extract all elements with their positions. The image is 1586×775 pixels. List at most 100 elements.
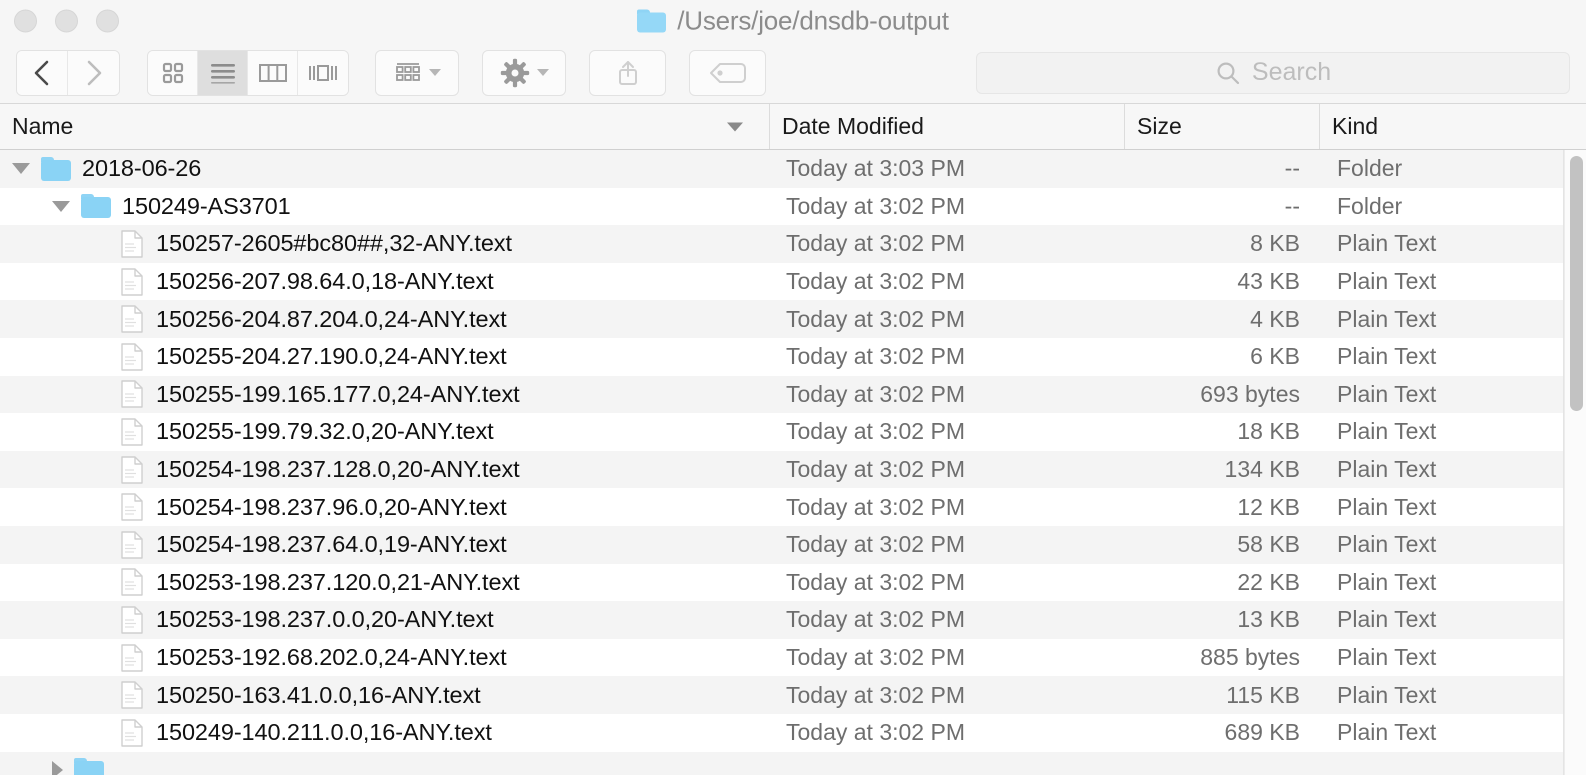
scrollbar-thumb[interactable] <box>1570 156 1583 411</box>
arrange-grid-icon <box>395 62 420 81</box>
row-size: 12 KB <box>1237 493 1300 520</box>
row-size: 8 KB <box>1250 230 1300 257</box>
list-icon <box>210 63 235 84</box>
arrange-button[interactable] <box>375 49 459 96</box>
row-size: 693 bytes <box>1200 380 1300 407</box>
row-name-cell: 150255-199.165.177.0,24-ANY.text <box>0 376 770 414</box>
table-row[interactable]: 150255-204.27.190.0,24-ANY.text Today at … <box>0 337 1586 376</box>
title-area: /Users/joe/dnsdb-output <box>0 6 1586 37</box>
zoom-button[interactable] <box>96 9 119 33</box>
table-row[interactable] <box>0 751 1586 775</box>
close-button[interactable] <box>14 9 37 33</box>
table-row[interactable]: 150254-198.237.128.0,20-ANY.text Today at… <box>0 450 1586 489</box>
row-size: 58 KB <box>1237 531 1300 558</box>
table-row[interactable]: 150249-140.211.0.0,16-ANY.text Today at 3… <box>0 713 1586 752</box>
search-field[interactable]: Search <box>976 51 1570 94</box>
row-name-label: 150249-140.211.0.0,16-ANY.text <box>156 719 492 746</box>
row-kind: Plain Text <box>1337 305 1437 332</box>
column-header-size[interactable]: Size <box>1125 104 1320 149</box>
row-size: 134 KB <box>1224 456 1300 483</box>
vertical-scrollbar[interactable] <box>1564 150 1586 775</box>
table-row[interactable]: 150257-2605#bc80##,32-ANY.text Today at 3… <box>0 225 1586 263</box>
row-kind: Plain Text <box>1337 719 1437 746</box>
chevron-down-icon <box>536 69 549 76</box>
icon-view-button[interactable] <box>148 50 198 95</box>
row-size: 885 bytes <box>1200 644 1300 671</box>
column-header-row: Name Date Modified Size Kind <box>0 104 1586 150</box>
row-name-label: 150255-204.27.190.0,24-ANY.text <box>156 343 507 370</box>
row-size: 43 KB <box>1237 268 1300 295</box>
row-name-label: 2018-06-26 <box>82 155 202 182</box>
table-row[interactable]: 150256-204.87.204.0,24-ANY.text Today at … <box>0 300 1586 338</box>
row-name-cell: 150253-198.237.120.0,21-ANY.text <box>0 564 770 602</box>
table-row[interactable]: 150256-207.98.64.0,18-ANY.text Today at 3… <box>0 262 1586 301</box>
table-row[interactable]: 150249-AS3701 Today at 3:02 PM -- Folder <box>0 187 1586 226</box>
table-row[interactable]: 150254-198.237.64.0,19-ANY.text Today at … <box>0 525 1586 564</box>
tags-button[interactable] <box>689 49 766 96</box>
minimize-button[interactable] <box>55 9 78 33</box>
row-kind: Plain Text <box>1337 230 1437 257</box>
share-button[interactable] <box>589 49 666 96</box>
action-button[interactable] <box>482 49 566 96</box>
back-button[interactable] <box>17 50 68 95</box>
row-date-modified: Today at 3:02 PM <box>786 493 965 520</box>
list-view-button[interactable] <box>198 50 248 95</box>
row-name-cell: 150257-2605#bc80##,32-ANY.text <box>0 225 770 263</box>
row-date-modified: Today at 3:02 PM <box>786 568 965 595</box>
table-row[interactable]: 150253-192.68.202.0,24-ANY.text Today at … <box>0 638 1586 677</box>
table-row[interactable]: 2018-06-26 Today at 3:03 PM -- Folder <box>0 150 1586 188</box>
row-size: 115 KB <box>1226 681 1300 708</box>
row-name-cell: 150256-207.98.64.0,18-ANY.text <box>0 263 770 301</box>
row-date-modified: Today at 3:02 PM <box>786 719 965 746</box>
row-kind: Plain Text <box>1337 531 1437 558</box>
folder-icon <box>81 194 111 219</box>
column-header-name[interactable]: Name <box>0 104 770 149</box>
disclosure-triangle-collapsed-icon[interactable] <box>52 761 63 775</box>
row-date-modified: Today at 3:02 PM <box>786 681 965 708</box>
document-icon <box>121 681 143 709</box>
column-header-date-modified[interactable]: Date Modified <box>770 104 1125 149</box>
share-icon <box>618 60 637 85</box>
columns-icon <box>258 63 287 82</box>
row-date-modified: Today at 3:02 PM <box>786 418 965 445</box>
table-row[interactable]: 150255-199.165.177.0,24-ANY.text Today at… <box>0 375 1586 414</box>
grid-icon <box>162 62 183 83</box>
sort-descending-icon <box>727 122 743 131</box>
row-size: 13 KB <box>1237 606 1300 633</box>
view-mode-buttons <box>147 49 349 96</box>
forward-button[interactable] <box>68 50 119 95</box>
document-icon <box>121 455 143 484</box>
row-name-label: 150253-192.68.202.0,24-ANY.text <box>156 644 507 671</box>
column-header-kind[interactable]: Kind <box>1320 104 1586 149</box>
table-row[interactable]: 150253-198.237.120.0,21-ANY.text Today at… <box>0 563 1586 602</box>
chevron-right-icon <box>87 60 101 85</box>
row-kind: Plain Text <box>1337 681 1437 708</box>
table-row[interactable]: 150254-198.237.96.0,20-ANY.text Today at … <box>0 488 1586 526</box>
column-view-button[interactable] <box>248 50 298 95</box>
document-icon <box>121 531 143 559</box>
search-input[interactable]: Search <box>1252 58 1331 87</box>
row-size: 4 KB <box>1250 305 1300 332</box>
row-name-label: 150250-163.41.0.0,16-ANY.text <box>156 681 481 708</box>
row-name-label: 150254-198.237.96.0,20-ANY.text <box>156 493 507 520</box>
document-icon <box>121 305 143 333</box>
gallery-view-button[interactable] <box>298 50 348 95</box>
row-date-modified: Today at 3:02 PM <box>786 305 965 332</box>
disclosure-triangle-expanded-icon[interactable] <box>52 200 70 212</box>
gear-icon <box>500 58 529 87</box>
finder-window: /Users/joe/dnsdb-output Search Name Date… <box>0 0 1586 775</box>
navigation-buttons <box>16 49 120 96</box>
chevron-down-icon <box>428 69 441 76</box>
table-row[interactable]: 150250-163.41.0.0,16-ANY.text Today at 3:… <box>0 676 1586 714</box>
row-date-modified: Today at 3:02 PM <box>786 531 965 558</box>
gallery-icon <box>309 64 337 81</box>
row-size: 689 KB <box>1224 719 1300 746</box>
table-row[interactable]: 150253-198.237.0.0,20-ANY.text Today at 3… <box>0 601 1586 639</box>
row-name-cell: 150253-192.68.202.0,24-ANY.text <box>0 639 770 677</box>
disclosure-triangle-expanded-icon[interactable] <box>12 163 30 175</box>
document-icon <box>121 418 143 446</box>
table-row[interactable]: 150255-199.79.32.0,20-ANY.text Today at 3… <box>0 413 1586 451</box>
row-kind: Plain Text <box>1337 456 1437 483</box>
row-date-modified: Today at 3:03 PM <box>786 155 965 182</box>
file-list[interactable]: 2018-06-26 Today at 3:03 PM -- Folder 150249… <box>0 150 1586 775</box>
